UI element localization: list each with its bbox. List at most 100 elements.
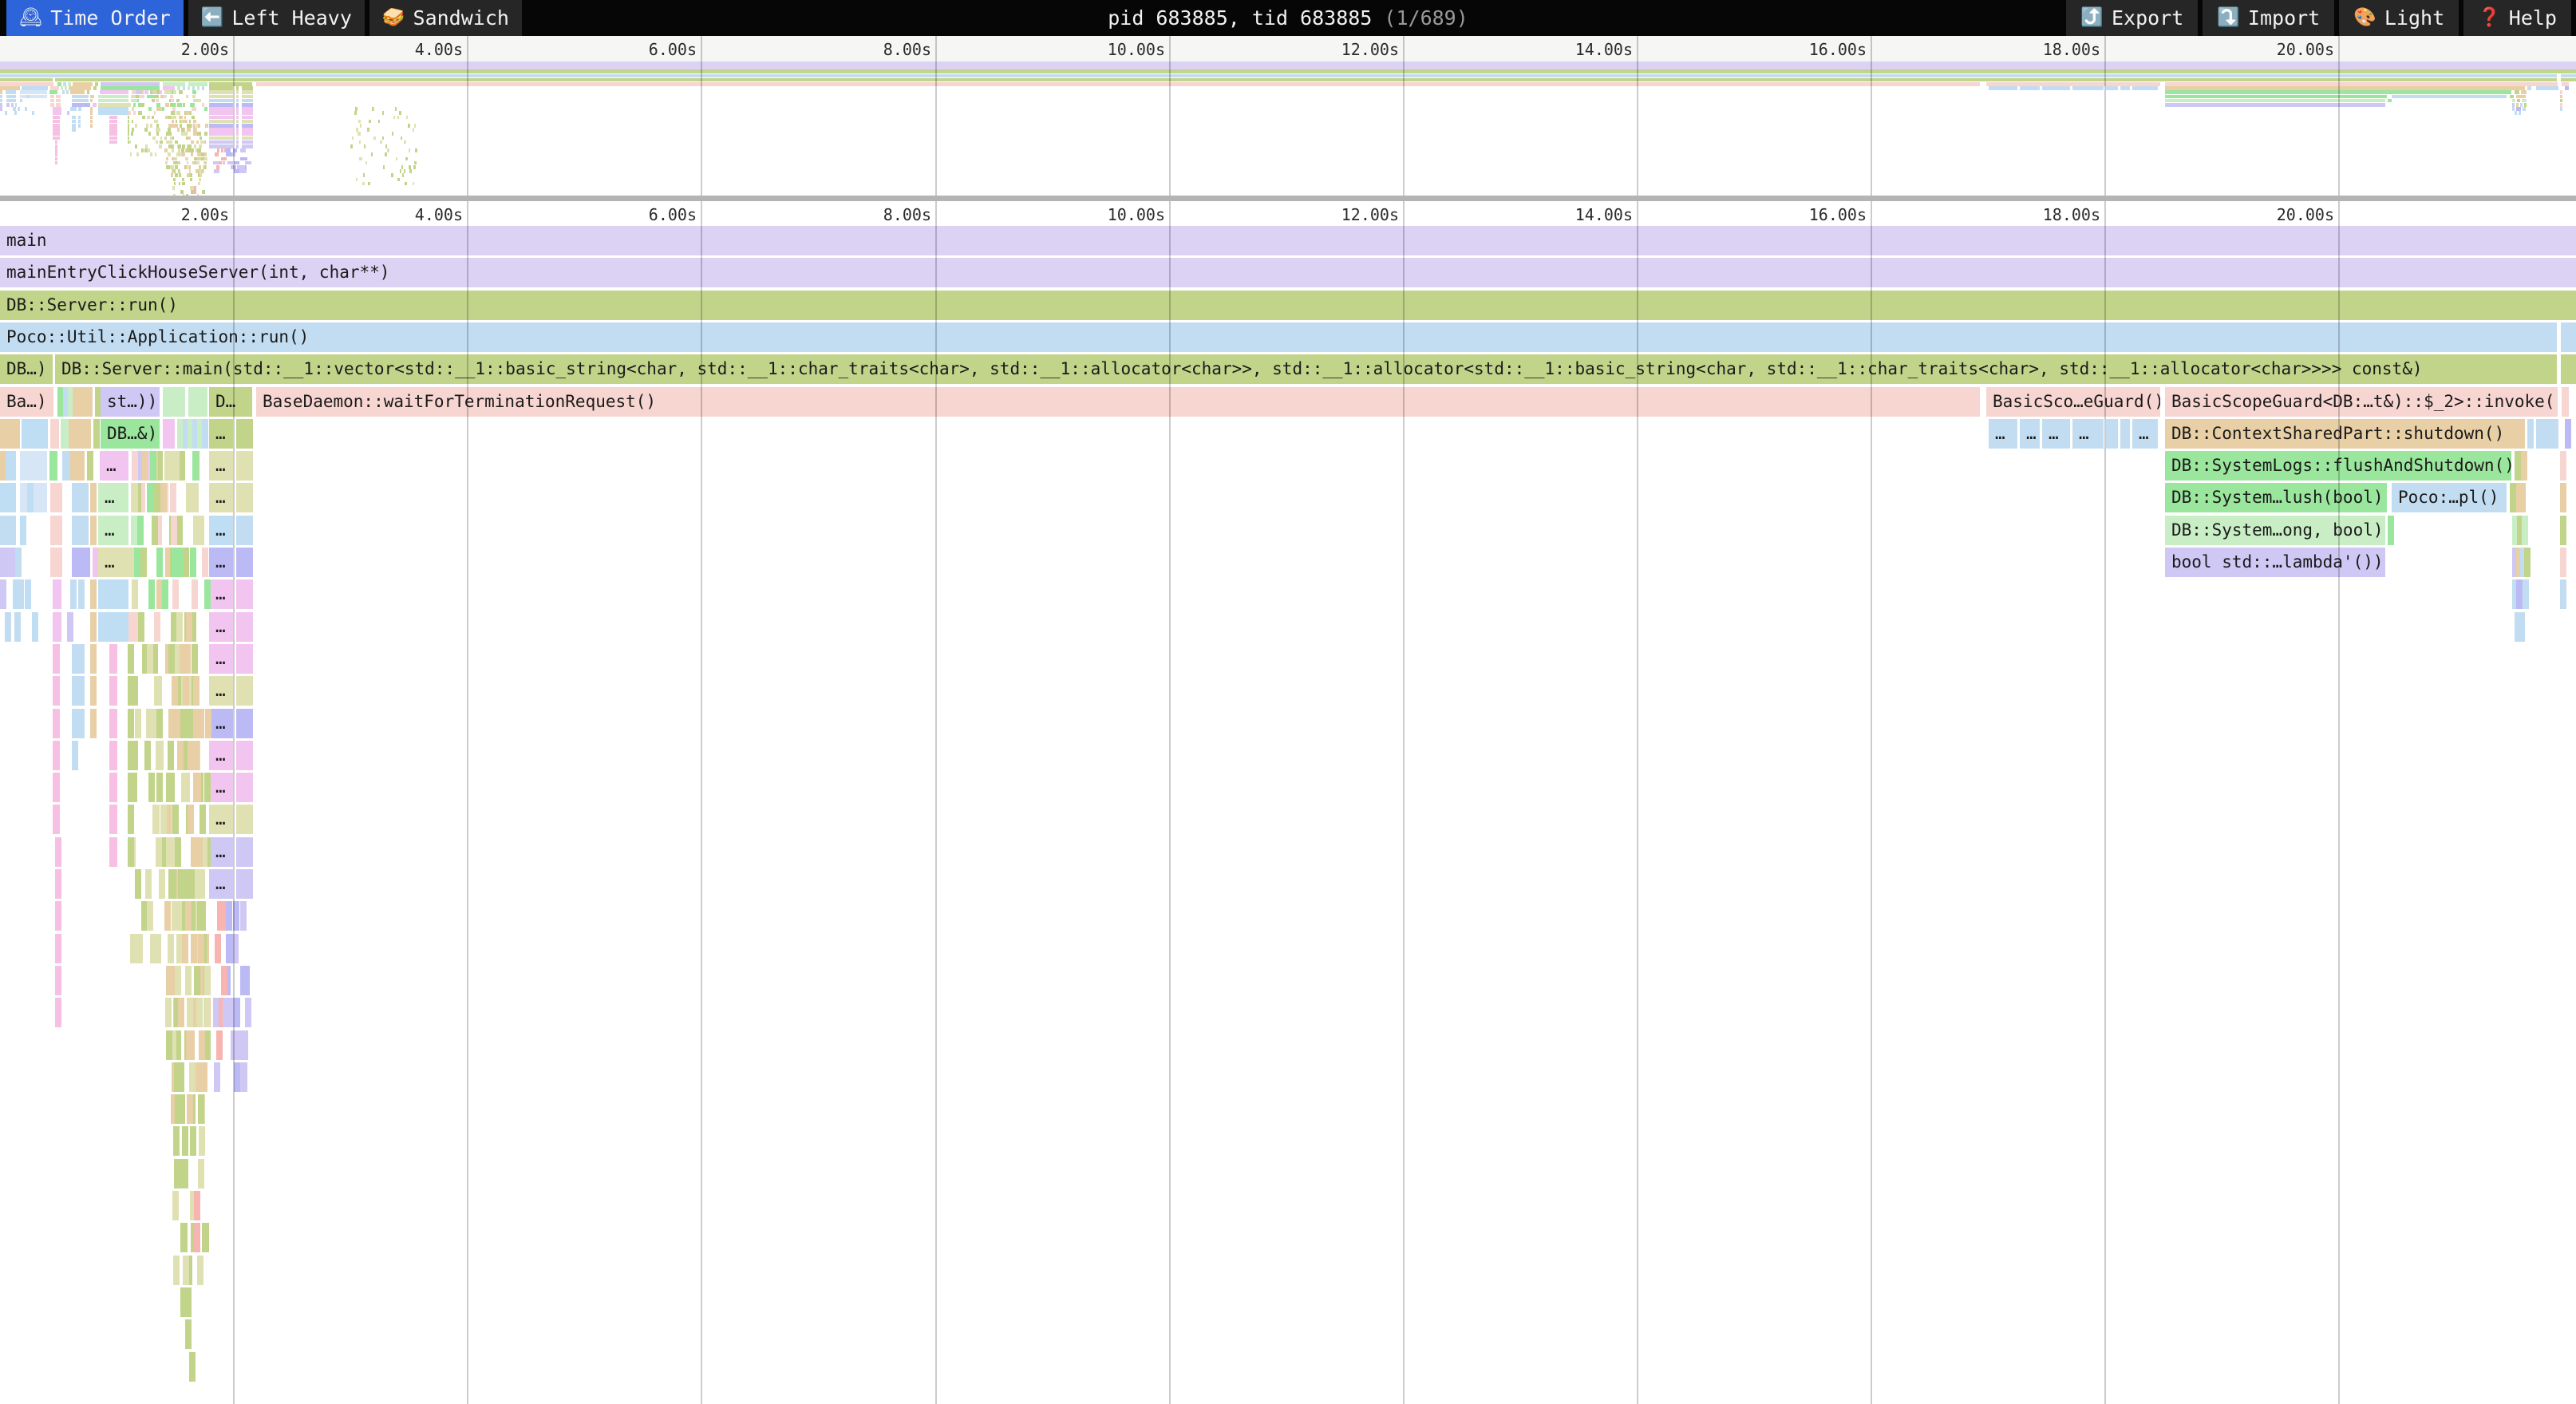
flame-frame[interactable] <box>147 901 153 931</box>
flame-frame[interactable] <box>14 612 21 642</box>
tab-left-heavy[interactable]: ⬅️Left Heavy <box>188 0 365 36</box>
flame-frame[interactable] <box>195 773 201 802</box>
flame-frame[interactable] <box>182 1126 188 1156</box>
flame-frame[interactable]: … <box>209 644 233 674</box>
flame-frame[interactable]: DB::Server::main(std::__1::vector<std::_… <box>55 354 2557 384</box>
flame-frame[interactable] <box>148 579 155 609</box>
flame-frame[interactable] <box>242 773 253 802</box>
flame-frame[interactable] <box>168 741 174 770</box>
flame-frame[interactable] <box>242 644 253 674</box>
flame-frame[interactable]: … <box>209 483 233 512</box>
flame-frame[interactable] <box>145 869 152 899</box>
flame-frame[interactable] <box>132 579 138 609</box>
flame-frame[interactable] <box>216 1030 223 1060</box>
flame-frame[interactable] <box>128 709 134 738</box>
flame-frame[interactable] <box>203 1223 209 1252</box>
flame-frame[interactable] <box>133 548 140 577</box>
flame-frame[interactable] <box>109 805 117 834</box>
flame-frame[interactable]: … <box>209 548 233 577</box>
flame-frame[interactable]: DB::SystemLogs::flushAndShutdown() <box>2165 451 2511 481</box>
flame-frame[interactable] <box>176 516 183 545</box>
flame-frame[interactable] <box>2519 612 2525 642</box>
flame-frame[interactable] <box>170 483 176 512</box>
flame-frame[interactable] <box>90 709 97 738</box>
flame-frame[interactable] <box>150 451 156 481</box>
flame-frame[interactable] <box>156 773 163 802</box>
flame-frame[interactable] <box>2565 419 2571 449</box>
flame-frame[interactable] <box>189 1062 196 1092</box>
flame-frame[interactable] <box>242 579 253 609</box>
flame-frame[interactable] <box>90 516 97 545</box>
flame-frame[interactable]: Ba…) <box>0 387 53 417</box>
flamegraph[interactable]: mainmainEntryClickHouseServer(int, char*… <box>0 226 2576 1404</box>
flame-frame[interactable] <box>53 741 60 770</box>
flame-frame[interactable] <box>109 741 117 770</box>
flame-frame[interactable] <box>204 773 211 802</box>
flame-frame[interactable] <box>188 387 207 417</box>
flame-frame[interactable] <box>204 1030 211 1060</box>
flame-frame[interactable] <box>128 548 134 577</box>
minimap-panel[interactable]: 2.00s4.00s6.00s8.00s10.00s12.00s14.00s16… <box>0 36 2576 196</box>
flame-frame[interactable]: … <box>98 483 128 512</box>
flame-frame[interactable]: … <box>2020 419 2040 449</box>
flame-frame[interactable]: D… <box>209 387 252 417</box>
flame-frame[interactable] <box>49 451 57 481</box>
flame-frame[interactable] <box>194 966 200 995</box>
flame-frame[interactable] <box>53 579 61 609</box>
flame-frame[interactable] <box>152 516 158 545</box>
flame-frame[interactable] <box>240 901 247 931</box>
flame-frame[interactable] <box>173 451 180 481</box>
flame-frame[interactable]: … <box>209 805 233 834</box>
flame-frame[interactable]: … <box>98 516 128 545</box>
flame-frame[interactable] <box>2120 419 2130 449</box>
flame-frame[interactable] <box>53 644 60 674</box>
flame-frame[interactable] <box>156 709 163 738</box>
flame-frame[interactable] <box>242 837 253 867</box>
flame-frame[interactable] <box>0 548 6 577</box>
flame-frame[interactable]: … <box>209 612 233 642</box>
flame-frame[interactable] <box>132 483 138 512</box>
flame-frame[interactable] <box>132 451 138 481</box>
flame-frame[interactable] <box>172 676 178 706</box>
flame-frame[interactable]: … <box>98 548 128 577</box>
flame-frame[interactable] <box>2527 419 2534 449</box>
flame-frame[interactable] <box>2560 548 2566 577</box>
flame-frame[interactable] <box>13 579 19 609</box>
flame-frame[interactable] <box>166 966 172 995</box>
flame-frame[interactable] <box>215 934 221 963</box>
flame-frame[interactable] <box>242 612 253 642</box>
flame-frame[interactable] <box>164 901 171 931</box>
flame-frame[interactable] <box>20 516 26 545</box>
flame-frame[interactable] <box>168 644 175 674</box>
flame-frame[interactable] <box>194 1191 200 1220</box>
flame-frame[interactable] <box>165 998 172 1027</box>
flame-frame[interactable] <box>2522 516 2528 545</box>
flame-frame[interactable] <box>198 1094 204 1124</box>
flame-frame[interactable] <box>138 612 144 642</box>
flame-frame[interactable] <box>128 805 134 834</box>
flame-frame[interactable] <box>192 644 198 674</box>
flame-frame[interactable] <box>56 516 62 545</box>
flame-frame[interactable] <box>2106 419 2118 449</box>
flame-frame[interactable] <box>78 579 85 609</box>
flame-frame[interactable] <box>72 548 90 577</box>
flame-frame[interactable] <box>90 676 97 706</box>
flame-frame[interactable] <box>156 676 162 706</box>
flame-frame[interactable]: … <box>209 741 233 770</box>
flame-frame[interactable] <box>198 934 204 963</box>
flame-frame[interactable] <box>188 805 194 834</box>
flame-frame[interactable] <box>231 1030 237 1060</box>
flame-frame[interactable] <box>189 1352 196 1382</box>
flame-frame[interactable] <box>183 1256 189 1285</box>
flame-frame[interactable]: … <box>209 419 233 449</box>
flame-frame[interactable] <box>148 773 155 802</box>
flame-frame[interactable] <box>174 1062 180 1092</box>
flame-frame[interactable] <box>168 934 174 963</box>
flame-frame[interactable] <box>70 579 77 609</box>
flame-frame[interactable] <box>193 709 200 738</box>
flame-frame[interactable] <box>55 966 61 995</box>
flame-frame[interactable]: BasicScopeGuard<DB:…t&)::$_2>::invoke() <box>2165 387 2558 417</box>
flame-frame[interactable] <box>2510 483 2516 512</box>
flame-frame[interactable] <box>187 709 193 738</box>
flame-frame[interactable] <box>187 998 193 1027</box>
